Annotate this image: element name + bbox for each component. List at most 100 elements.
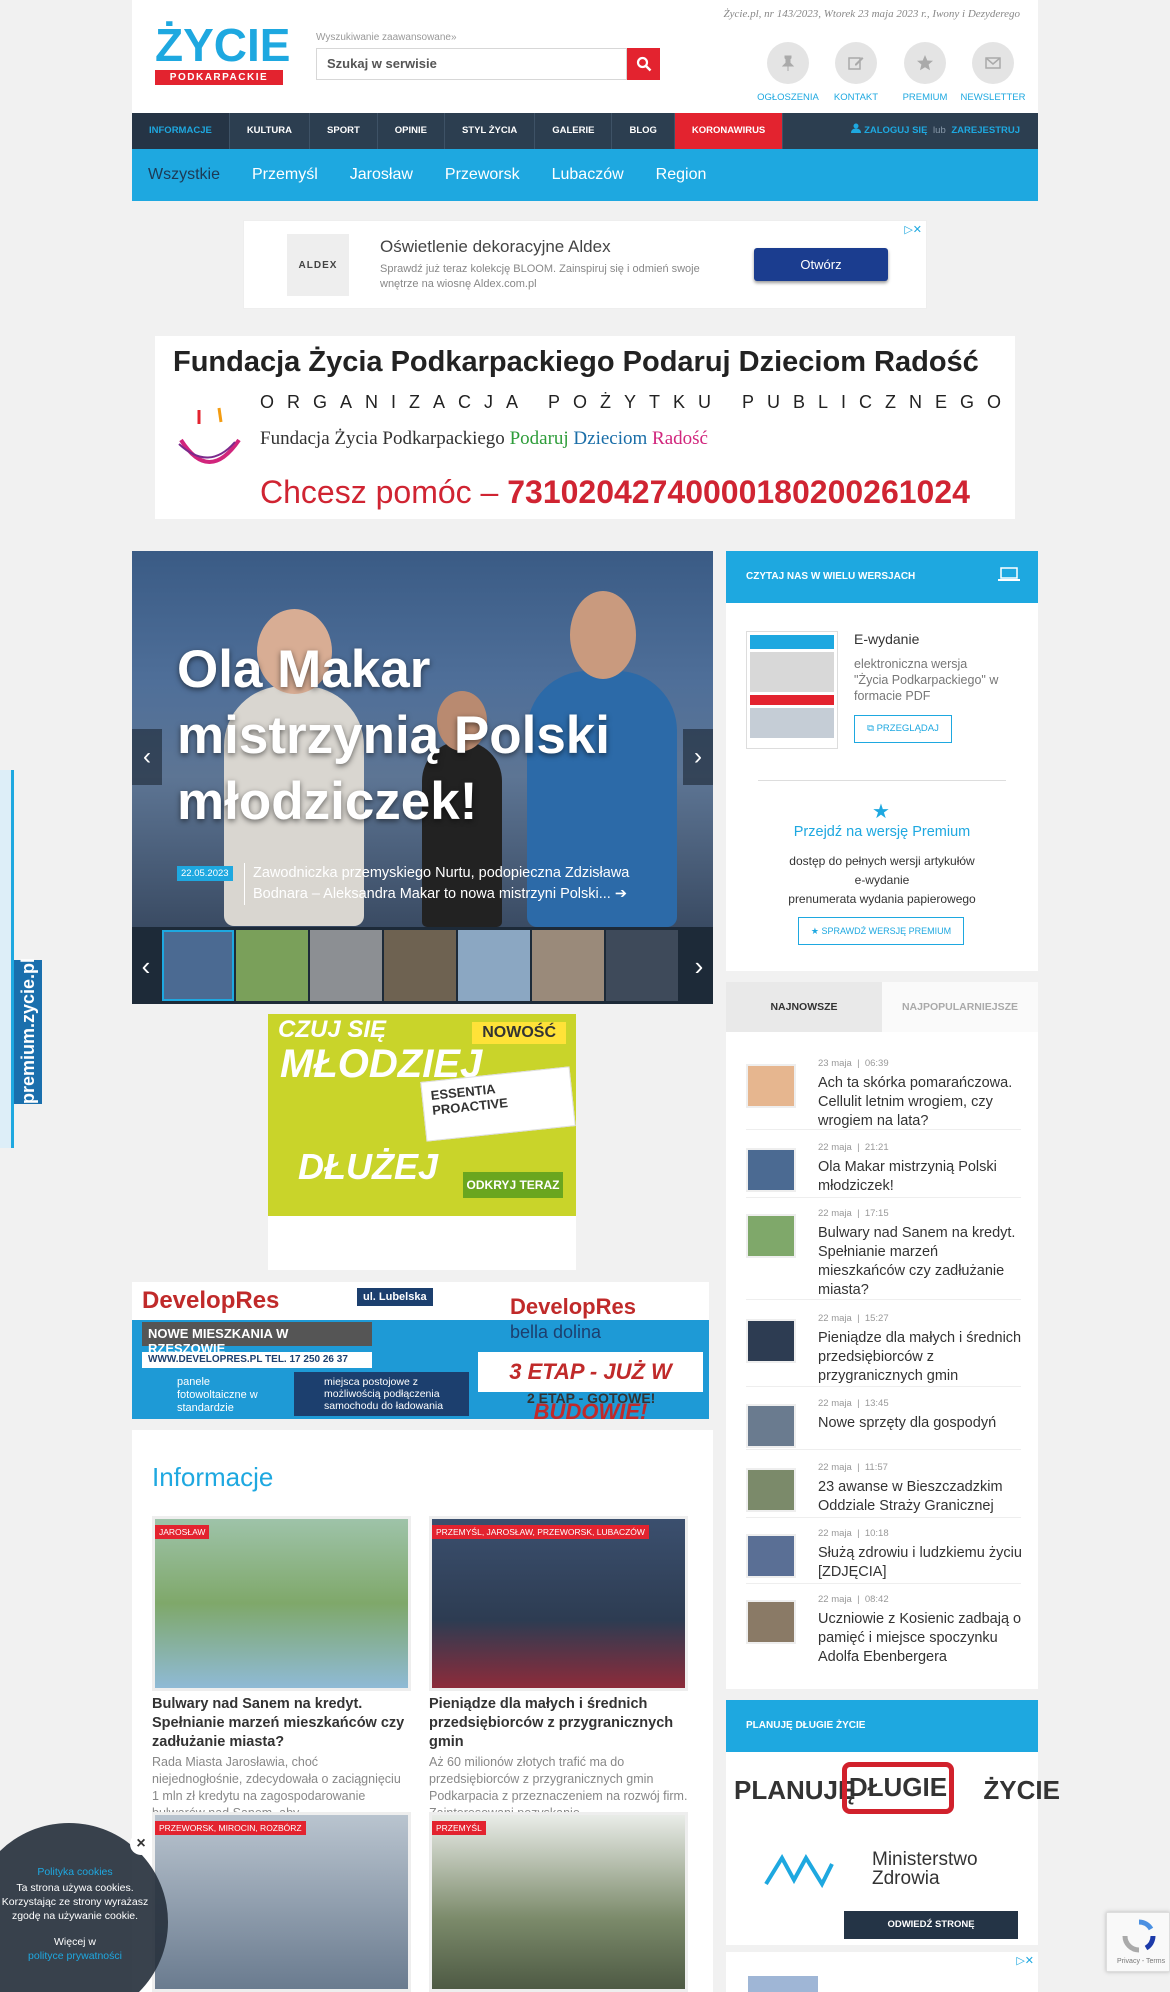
foundation-banner[interactable]: Fundacja Życia Podkarpackiego Podaruj Dz… bbox=[155, 336, 1015, 519]
subnav-item-lubaczow[interactable]: Lubaczów bbox=[552, 149, 624, 201]
latest-news-thumb[interactable] bbox=[746, 1600, 796, 1644]
latest-news-thumb[interactable] bbox=[746, 1214, 796, 1258]
slider-next-arrow[interactable]: › bbox=[683, 729, 713, 785]
nav-item-informacje[interactable]: Informacje bbox=[132, 113, 230, 149]
recaptcha-badge[interactable]: Privacy - Terms bbox=[1106, 1912, 1170, 1972]
category-badge[interactable]: Przemyśl, Jarosław, Przeworsk, Lubaczów bbox=[432, 1525, 649, 1539]
latest-news-item[interactable]: 22 maja | 08:42 Uczniowie z Kosienic zad… bbox=[746, 1594, 1021, 1670]
slider-thumb[interactable] bbox=[384, 930, 456, 1001]
subnav-item-wszystkie[interactable]: Wszystkie bbox=[148, 149, 220, 201]
nav-item-galerie[interactable]: Galerie bbox=[535, 113, 613, 149]
ewydanie-title[interactable]: E-wydanie bbox=[854, 631, 919, 647]
premium-side-label[interactable]: premium.zycie.pl bbox=[14, 958, 42, 1104]
news-card-title[interactable]: Pieniądze dla małych i średnich przedsię… bbox=[429, 1695, 688, 1752]
search-button[interactable] bbox=[627, 48, 660, 80]
subnav-item-przemysl[interactable]: Przemyśl bbox=[252, 149, 318, 201]
privacy-policy-link[interactable]: polityce prywatności bbox=[28, 1950, 122, 1962]
featured-slider[interactable]: Ola Makar mistrzynią Polski młodziczek! … bbox=[132, 551, 713, 1004]
subnav-item-przeworsk[interactable]: Przeworsk bbox=[445, 149, 520, 201]
latest-news-title[interactable]: Ola Makar mistrzynią Polski młodziczek! bbox=[818, 1158, 1028, 1196]
latest-news-thumb[interactable] bbox=[746, 1148, 796, 1192]
latest-news-item[interactable]: 22 maja | 13:45 Nowe sprzęty dla gospody… bbox=[746, 1398, 1021, 1450]
latest-news-item[interactable]: 22 maja | 11:57 23 awanse w Bieszczadzki… bbox=[746, 1462, 1021, 1518]
latest-news-thumb[interactable] bbox=[746, 1534, 796, 1578]
nav-item-koronawirus[interactable]: Koronawirus bbox=[674, 113, 784, 149]
tab-newest[interactable]: Najnowsze bbox=[726, 982, 882, 1032]
ad-banner-aldex[interactable]: ALDEX Oświetlenie dekoracyjne Aldex Spra… bbox=[243, 220, 927, 309]
advanced-search-link[interactable]: Wyszukiwanie zaawansowane» bbox=[316, 32, 457, 43]
latest-news-title[interactable]: Nowe sprzęty dla gospodyń bbox=[818, 1414, 1028, 1433]
slider-prev-arrow[interactable]: ‹ bbox=[132, 729, 162, 785]
latest-news-thumb[interactable] bbox=[746, 1468, 796, 1512]
category-badge[interactable]: Jarosław bbox=[155, 1525, 210, 1539]
news-card-image[interactable]: Przemyśl bbox=[429, 1812, 688, 1992]
latest-news-item[interactable]: 22 maja | 10:18 Służą zdrowiu i ludzkiem… bbox=[746, 1528, 1022, 1584]
visit-site-button[interactable]: Odwiedź stronę bbox=[844, 1911, 1018, 1939]
news-card[interactable]: Przeworsk, Mirocin, Rozbórz bbox=[152, 1812, 411, 1992]
subnav-item-jaroslaw[interactable]: Jarosław bbox=[350, 149, 413, 201]
thumbs-prev-arrow[interactable]: ‹ bbox=[132, 951, 160, 995]
latest-news-thumb[interactable] bbox=[746, 1064, 796, 1108]
check-premium-button[interactable]: ★ Sprawdź wersję premium bbox=[798, 917, 964, 945]
slider-thumb[interactable] bbox=[310, 930, 382, 1001]
ewydanie-cover[interactable] bbox=[746, 631, 838, 749]
slider-lead[interactable]: Zawodniczka przemyskiego Nurtu, podopiec… bbox=[244, 863, 674, 905]
search-input[interactable]: Szukaj w serwisie bbox=[316, 48, 627, 80]
premium-title[interactable]: Przejdź na wersję Premium bbox=[726, 824, 1038, 840]
news-card[interactable]: Jarosław Bulwary nad Sanem na kredyt. Sp… bbox=[152, 1516, 411, 1822]
news-card-title[interactable]: Bulwary nad Sanem na kredyt. Spełnianie … bbox=[152, 1695, 411, 1752]
tab-popular[interactable]: Najpopularniejsze bbox=[882, 982, 1038, 1032]
latest-news-title[interactable]: Służą zdrowiu i ludzkiemu życiu [ZDJĘCIA… bbox=[818, 1544, 1028, 1582]
ad-discover-button[interactable]: ODKRYJ TERAZ bbox=[463, 1172, 563, 1198]
subnav-item-region[interactable]: Region bbox=[656, 149, 707, 201]
nav-item-kultura[interactable]: Kultura bbox=[230, 113, 311, 149]
cookie-heading[interactable]: Polityka cookies bbox=[0, 1865, 150, 1879]
adchoices-icon[interactable]: ▷✕ bbox=[904, 223, 922, 236]
close-icon[interactable]: × bbox=[130, 1833, 152, 1855]
slider-thumb[interactable] bbox=[458, 930, 530, 1001]
browse-button[interactable]: ⧉ Przeglądaj bbox=[854, 715, 952, 743]
ad-banner-essentia[interactable]: CZUJ SIĘ MŁODZIEJ NOWOŚĆ ESSENTIA PROACT… bbox=[268, 1014, 576, 1270]
newsletter-link[interactable]: Newsletter bbox=[960, 42, 1026, 103]
nav-item-opinie[interactable]: Opinie bbox=[378, 113, 445, 149]
news-card[interactable]: Przemyśl, Jarosław, Przeworsk, Lubaczów … bbox=[429, 1516, 688, 1822]
slider-thumb[interactable] bbox=[532, 930, 604, 1001]
ad-open-button[interactable]: Otwórz bbox=[754, 248, 888, 281]
slider-thumb[interactable] bbox=[606, 930, 678, 1001]
latest-news-thumb[interactable] bbox=[746, 1319, 796, 1363]
thumbs-next-arrow[interactable]: › bbox=[685, 951, 713, 995]
ads-link[interactable]: Ogłoszenia bbox=[755, 42, 821, 103]
latest-news-title[interactable]: Uczniowie z Kosienic zadbają o pamięć i … bbox=[818, 1610, 1028, 1667]
register-link[interactable]: ZAREJESTRUJ bbox=[951, 125, 1020, 136]
news-card-image[interactable]: Przeworsk, Mirocin, Rozbórz bbox=[152, 1812, 411, 1992]
latest-news-item[interactable]: 22 maja | 17:15 Bulwary nad Sanem na kre… bbox=[746, 1208, 1021, 1300]
site-logo[interactable]: ŻYCIE PODKARPACKIE bbox=[155, 22, 290, 86]
latest-news-title[interactable]: Ach ta skórka pomarańczowa. Cellulit let… bbox=[818, 1074, 1028, 1131]
latest-news-item[interactable]: 23 maja | 06:39 Ach ta skórka pomarańczo… bbox=[746, 1058, 1021, 1130]
news-card-image[interactable]: Przemyśl, Jarosław, Przeworsk, Lubaczów bbox=[429, 1516, 688, 1691]
ad-banner-developres[interactable]: DevelopRes ul. Lubelska DevelopRes bella… bbox=[132, 1282, 709, 1419]
category-badge[interactable]: Przemyśl bbox=[432, 1821, 486, 1835]
latest-news-title[interactable]: Pieniądze dla małych i średnich przedsię… bbox=[818, 1329, 1028, 1386]
premium-side-tab[interactable]: premium.zycie.pl bbox=[0, 770, 42, 1148]
ad-banner-bottom[interactable]: ▷✕ bbox=[726, 1952, 1038, 1992]
premium-link[interactable]: Premium bbox=[892, 42, 958, 103]
contact-link[interactable]: Kontakt bbox=[823, 42, 889, 103]
news-card-image[interactable]: Jarosław bbox=[152, 1516, 411, 1691]
nav-item-blog[interactable]: Blog bbox=[612, 113, 675, 149]
news-card[interactable]: Przemyśl bbox=[429, 1812, 688, 1992]
category-badge[interactable]: Przeworsk, Mirocin, Rozbórz bbox=[155, 1821, 306, 1835]
latest-news-title[interactable]: 23 awanse w Bieszczadzkim Oddziale Straż… bbox=[818, 1478, 1028, 1516]
adchoices-icon[interactable]: ▷✕ bbox=[1016, 1954, 1034, 1967]
latest-news-thumb[interactable] bbox=[746, 1404, 796, 1448]
nav-item-sport[interactable]: Sport bbox=[310, 113, 378, 149]
slider-thumb[interactable] bbox=[162, 930, 234, 1001]
latest-news-title[interactable]: Bulwary nad Sanem na kredyt. Spełnianie … bbox=[818, 1224, 1028, 1300]
latest-news-item[interactable]: 22 maja | 15:27 Pieniądze dla małych i ś… bbox=[746, 1313, 1021, 1387]
login-link[interactable]: ZALOGUJ SIĘ bbox=[864, 125, 927, 136]
recaptcha-links[interactable]: Privacy - Terms bbox=[1117, 1958, 1165, 1965]
slider-thumb[interactable] bbox=[236, 930, 308, 1001]
slider-title[interactable]: Ola Makar mistrzynią Polski młodziczek! bbox=[177, 637, 647, 835]
latest-news-item[interactable]: 22 maja | 21:21 Ola Makar mistrzynią Pol… bbox=[746, 1142, 1021, 1198]
nav-item-styl-zycia[interactable]: Styl życia bbox=[445, 113, 536, 149]
